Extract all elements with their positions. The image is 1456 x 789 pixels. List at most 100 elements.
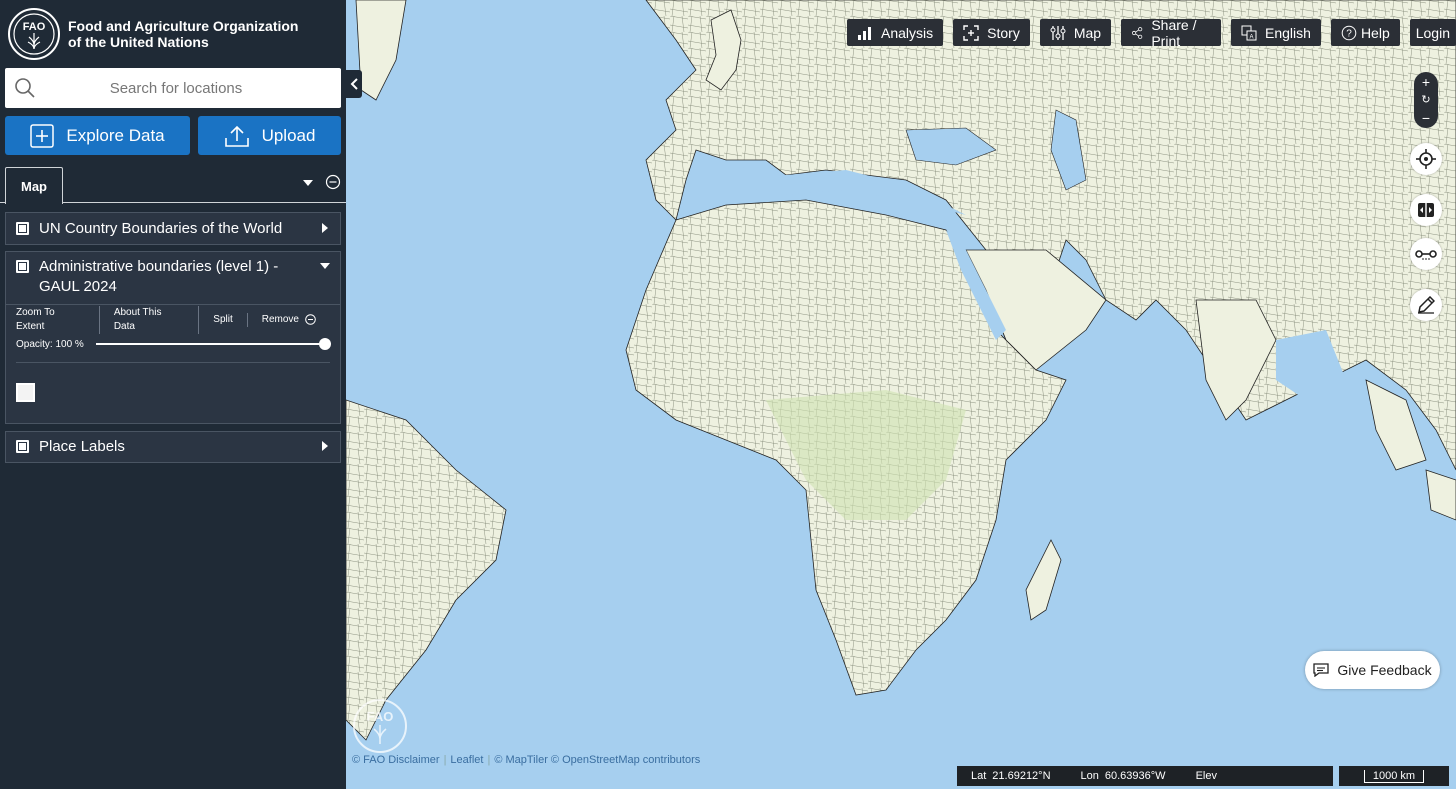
fao-watermark-logo: FAO: [353, 699, 407, 753]
map-toolbar: Analysis Story Map Share / Print A Engli…: [847, 16, 1456, 49]
layer-checkbox[interactable]: [16, 222, 29, 235]
layer-item: UN Country Boundaries of the World: [5, 212, 341, 245]
split-compare-icon: [1418, 202, 1434, 218]
sliders-icon: [1050, 25, 1066, 40]
bar-chart-icon: [858, 26, 871, 40]
story-button[interactable]: Story: [953, 19, 1030, 46]
login-button[interactable]: Login: [1409, 19, 1456, 46]
help-label: Help: [1360, 24, 1390, 41]
locate-button[interactable]: [1410, 143, 1442, 175]
search-input[interactable]: [45, 69, 341, 107]
crosshair-icon: [1416, 149, 1436, 169]
lat-label: Lat: [971, 770, 987, 782]
svg-text:FAO: FAO: [367, 709, 394, 724]
layer-title[interactable]: Administrative boundaries (level 1) - GA…: [39, 257, 320, 297]
upload-button[interactable]: Upload: [198, 116, 341, 155]
scale-label: 1000 km: [1363, 769, 1425, 783]
share-print-label: Share / Print: [1151, 16, 1197, 49]
help-button[interactable]: ? Help: [1330, 19, 1400, 46]
login-label: Login: [1415, 24, 1450, 41]
measure-icon: [1415, 250, 1437, 260]
tab-bar: Map: [0, 167, 346, 204]
layer-checkbox[interactable]: [16, 260, 29, 273]
expand-arrow-icon[interactable]: [320, 223, 330, 233]
zoom-reset-button[interactable]: ↻: [1421, 93, 1430, 106]
brand-name: Food and Agriculture Organization of the…: [68, 18, 298, 50]
layer-title[interactable]: UN Country Boundaries of the World: [39, 219, 320, 239]
compare-button[interactable]: [1410, 194, 1442, 226]
translate-icon: A: [1241, 25, 1257, 40]
remove-link[interactable]: Remove: [248, 313, 330, 327]
opacity-slider-knob[interactable]: [319, 338, 331, 350]
measure-button[interactable]: [1410, 238, 1442, 270]
map-settings-label: Map: [1073, 24, 1102, 41]
brand-line-1: Food and Agriculture Organization: [68, 18, 299, 34]
scale-bar: 1000 km: [1339, 766, 1449, 786]
analysis-button[interactable]: Analysis: [847, 19, 944, 46]
layer-item: Place Labels: [5, 431, 341, 463]
brand[interactable]: FAO Food and Agriculture Organization of…: [8, 8, 298, 60]
brand-line-2: of the United Nations: [68, 34, 209, 50]
map-attribution: © FAO Disclaimer | Leaflet | © MapTiler © Op…: [352, 754, 701, 766]
zoom-out-button[interactable]: −: [1422, 110, 1430, 126]
chevron-left-icon: [350, 78, 358, 90]
disclaimer-link[interactable]: © FAO Disclaimer: [352, 754, 440, 766]
lat-value: 21.69212°N: [992, 770, 1051, 782]
give-feedback-label: Give Feedback: [1337, 662, 1432, 678]
svg-text:FAO: FAO: [23, 21, 46, 33]
layer-title[interactable]: Place Labels: [39, 437, 320, 457]
search-box: [5, 68, 341, 108]
about-data-link[interactable]: About This Data: [100, 305, 200, 334]
legend-swatch: [16, 383, 35, 402]
add-box-icon: [30, 123, 55, 148]
split-link[interactable]: Split: [199, 312, 248, 327]
map-settings-button[interactable]: Map: [1039, 19, 1112, 46]
collapse-sidebar-button[interactable]: [346, 70, 362, 98]
story-icon: [963, 24, 979, 41]
zoom-in-button[interactable]: +: [1422, 74, 1430, 90]
opacity-label: Opacity: 100 %: [16, 338, 84, 350]
layer-checkbox[interactable]: [16, 440, 29, 453]
pencil-icon: [1418, 296, 1435, 314]
lon-value: 60.63936°W: [1104, 770, 1166, 782]
upload-label: Upload: [261, 125, 316, 145]
svg-text:A: A: [1250, 34, 1254, 40]
svg-text:?: ?: [1346, 28, 1352, 39]
explore-data-label: Explore Data: [66, 125, 165, 145]
tiles-attribution[interactable]: © MapTiler © OpenStreetMap contributors: [494, 754, 700, 766]
zoom-to-extent-link[interactable]: Zoom To Extent: [16, 305, 100, 334]
coordinates-readout: Lat 21.69212°N Lon 60.63936°W Elev: [957, 766, 1333, 786]
story-label: Story: [987, 24, 1020, 41]
collapse-all-icon[interactable]: [325, 174, 341, 190]
language-button[interactable]: A English: [1231, 19, 1321, 46]
opacity-slider[interactable]: [95, 338, 331, 350]
map-canvas[interactable]: [346, 0, 1456, 789]
layer-item: Administrative boundaries (level 1) - GA…: [5, 251, 341, 424]
remove-icon: [305, 314, 316, 325]
share-icon: [1132, 26, 1143, 39]
chat-icon: [1313, 663, 1330, 677]
search-icon[interactable]: [5, 68, 45, 108]
analysis-label: Analysis: [881, 24, 934, 41]
give-feedback-button[interactable]: Give Feedback: [1305, 651, 1440, 689]
zoom-control: + ↻ −: [1414, 72, 1438, 128]
divider: [16, 362, 330, 363]
chevron-down-icon[interactable]: [300, 175, 316, 191]
leaflet-link[interactable]: Leaflet: [450, 754, 483, 766]
elev-label: Elev: [1195, 770, 1217, 782]
remove-label: Remove: [261, 313, 299, 325]
lon-label: Lon: [1080, 770, 1099, 782]
collapse-arrow-icon[interactable]: [320, 261, 330, 271]
help-icon: ?: [1341, 25, 1357, 40]
sidebar: FAO Food and Agriculture Organization of…: [0, 0, 346, 789]
language-label: English: [1265, 24, 1311, 41]
fao-logo: FAO: [8, 8, 60, 60]
expand-arrow-icon[interactable]: [320, 441, 330, 451]
opacity-row: Opacity: 100 %: [6, 334, 340, 354]
share-print-button[interactable]: Share / Print: [1121, 16, 1222, 49]
basemap: [346, 0, 1456, 741]
draw-button[interactable]: [1410, 289, 1442, 321]
explore-data-button[interactable]: Explore Data: [5, 116, 190, 155]
layer-controls: Zoom To Extent About This Data Split Rem…: [6, 304, 340, 334]
tab-map[interactable]: Map: [5, 167, 63, 204]
